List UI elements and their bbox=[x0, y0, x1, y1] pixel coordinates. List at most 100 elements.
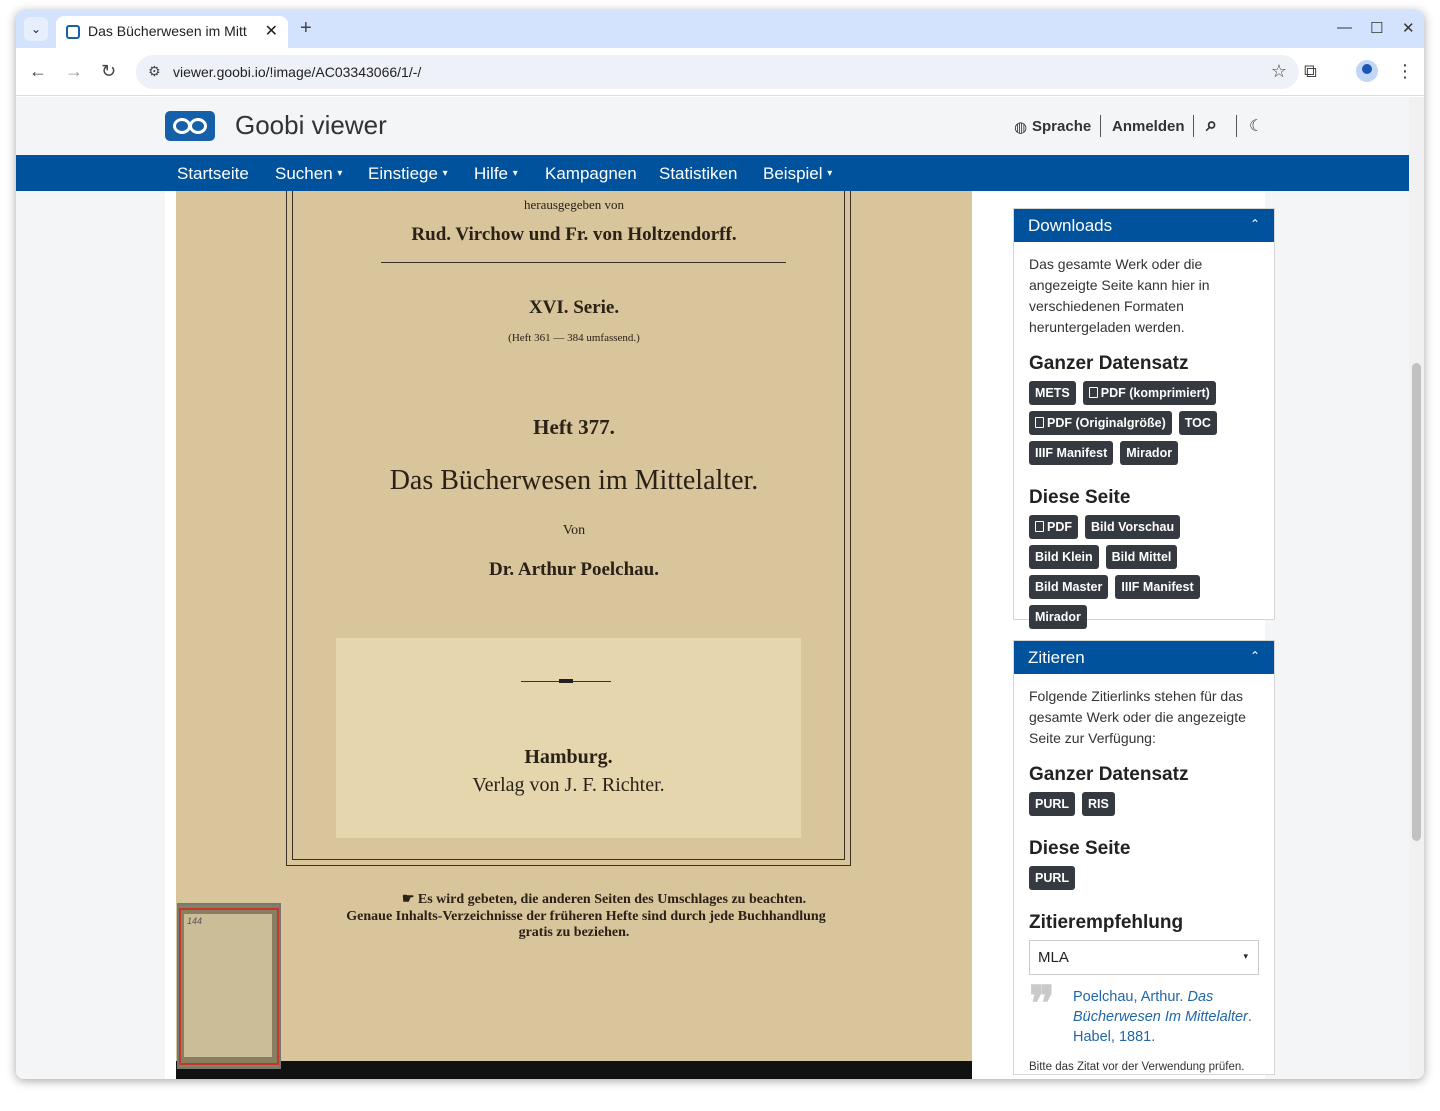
tab-strip: ⌄ Das Bücherwesen im Mitt ✕ + — ☐ ✕ bbox=[16, 10, 1424, 48]
nav-statistiken[interactable]: Statistiken bbox=[659, 164, 737, 184]
nav-suchen[interactable]: Suchen ▾ bbox=[275, 164, 342, 184]
page-iiif-manifest-button[interactable]: IIIF Manifest bbox=[1115, 575, 1200, 599]
page-text-author: Dr. Arthur Poelchau. bbox=[489, 559, 659, 580]
viewer-bottom-edge bbox=[176, 1061, 972, 1079]
pdf-file-icon bbox=[1035, 521, 1044, 532]
language-menu[interactable]: Sprache bbox=[1032, 118, 1091, 135]
citation-text[interactable]: ❞ Poelchau, Arthur. Das Bücherwesen Im M… bbox=[1029, 981, 1259, 1047]
downloads-body: Das gesamte Werk oder die angezeigte Sei… bbox=[1014, 242, 1274, 647]
citation-style-value: MLA bbox=[1038, 949, 1069, 966]
logo-ring-right bbox=[189, 118, 207, 134]
browser-tab[interactable]: Das Bücherwesen im Mitt ✕ bbox=[56, 16, 288, 48]
nav-label: Startseite bbox=[177, 164, 249, 183]
chevron-down-icon: ▾ bbox=[1243, 951, 1248, 961]
page-text-city: Hamburg. bbox=[524, 746, 613, 768]
nav-kampagnen[interactable]: Kampagnen bbox=[545, 164, 637, 184]
browser-menu-icon[interactable]: ⋮ bbox=[1396, 61, 1414, 82]
nav-label: Beispiel bbox=[763, 164, 823, 183]
page-text-note-2: Genaue Inhalts-Verzeichnisse der frühere… bbox=[346, 909, 826, 924]
forward-icon[interactable]: → bbox=[65, 61, 83, 82]
cite-header[interactable]: Zitieren ⌃ bbox=[1014, 641, 1274, 674]
download-pdf-original-button[interactable]: PDF (Originalgröße) bbox=[1029, 411, 1172, 435]
header-divider bbox=[1236, 115, 1237, 137]
login-link[interactable]: Anmelden bbox=[1112, 118, 1185, 135]
page-text-series: XVI. Serie. bbox=[528, 297, 620, 318]
cite-body: Folgende Zitierlinks stehen für das gesa… bbox=[1014, 674, 1274, 1079]
label-ornament bbox=[521, 679, 611, 683]
nav-label: Kampagnen bbox=[545, 164, 637, 183]
scrollbar-thumb[interactable] bbox=[1412, 363, 1421, 841]
bookmark-star-icon[interactable]: ☆ bbox=[1271, 61, 1287, 82]
address-bar[interactable]: ⚙ viewer.goobi.io/!image/AC03343066/1/-/… bbox=[136, 55, 1299, 89]
page-text-editors: Rud. Virchow und Fr. von Holtzendorff. bbox=[411, 224, 737, 245]
tab-close-icon[interactable]: ✕ bbox=[265, 21, 278, 41]
profile-avatar[interactable] bbox=[1356, 60, 1378, 82]
page-text-note-1: ☛ Es wird gebeten, die anderen Seiten de… bbox=[401, 892, 807, 907]
download-toc-button[interactable]: TOC bbox=[1178, 411, 1217, 435]
site-settings-icon[interactable]: ⚙ bbox=[148, 63, 161, 80]
browser-toolbar: ← → ↻ ⚙ viewer.goobi.io/!image/AC0334306… bbox=[16, 48, 1424, 96]
downloads-whole-buttons: METS PDF (komprimiert) PDF (Originalgröß… bbox=[1029, 381, 1259, 471]
download-iiif-manifest-button[interactable]: IIIF Manifest bbox=[1029, 441, 1114, 465]
downloads-page-buttons: PDF Bild Vorschau Bild Klein Bild Mittel… bbox=[1029, 515, 1259, 635]
cite-description: Folgende Zitierlinks stehen für das gesa… bbox=[1029, 688, 1246, 746]
url-text[interactable]: viewer.goobi.io/!image/AC03343066/1/-/ bbox=[173, 64, 421, 80]
dark-mode-icon[interactable]: ☾ bbox=[1249, 116, 1263, 136]
page-text-title: Das Bücherwesen im Mittelalter. bbox=[389, 465, 759, 496]
image-preview-button[interactable]: Bild Vorschau bbox=[1085, 515, 1181, 539]
download-pdf-compressed-button[interactable]: PDF (komprimiert) bbox=[1082, 381, 1216, 405]
pdf-file-icon bbox=[1035, 417, 1044, 428]
browser-window: ⌄ Das Bücherwesen im Mitt ✕ + — ☐ ✕ ← → … bbox=[16, 10, 1424, 1079]
image-master-button[interactable]: Bild Master bbox=[1029, 575, 1109, 599]
citation-style-select[interactable]: MLA ▾ bbox=[1029, 940, 1259, 975]
downloads-panel: Downloads ⌃ Das gesamte Werk oder die an… bbox=[1013, 208, 1275, 629]
download-mirador-button[interactable]: Mirador bbox=[1120, 441, 1179, 465]
search-icon[interactable]: ⌕ bbox=[1206, 114, 1217, 137]
tab-search-button[interactable]: ⌄ bbox=[24, 17, 48, 41]
button-label: PDF (Originalgröße) bbox=[1047, 416, 1166, 430]
whole-purl-button[interactable]: PURL bbox=[1029, 792, 1076, 816]
nav-einstiege[interactable]: Einstiege ▾ bbox=[368, 164, 448, 184]
page-text-issue: Heft 377. bbox=[533, 415, 615, 439]
favicon-icon bbox=[66, 25, 80, 39]
chevron-up-icon[interactable]: ⌃ bbox=[1250, 217, 1260, 231]
extensions-icon[interactable]: ⧉ bbox=[1304, 61, 1317, 82]
minimize-button[interactable]: — bbox=[1337, 19, 1352, 36]
downloads-header[interactable]: Downloads ⌃ bbox=[1014, 209, 1274, 242]
downloads-whole-heading: Ganzer Datensatz bbox=[1029, 353, 1189, 374]
nav-label: Statistiken bbox=[659, 164, 738, 183]
image-viewer[interactable]: herausgegeben von Rud. Virchow und Fr. v… bbox=[176, 191, 972, 1079]
image-small-button[interactable]: Bild Klein bbox=[1029, 545, 1099, 569]
cite-page-buttons: PURL bbox=[1029, 866, 1259, 896]
navigator-minimap[interactable]: 144 bbox=[177, 903, 281, 1069]
page-purl-button[interactable]: PURL bbox=[1029, 866, 1076, 890]
page-mirador-button[interactable]: Mirador bbox=[1029, 605, 1087, 629]
maximize-button[interactable]: ☐ bbox=[1370, 19, 1383, 37]
download-mets-button[interactable]: METS bbox=[1029, 381, 1076, 405]
cite-whole-heading: Ganzer Datensatz bbox=[1029, 764, 1189, 785]
back-icon[interactable]: ← bbox=[29, 61, 47, 82]
chevron-up-icon[interactable]: ⌃ bbox=[1250, 649, 1260, 663]
downloads-title: Downloads bbox=[1028, 216, 1113, 235]
chevron-down-icon: ▾ bbox=[512, 168, 518, 179]
whole-ris-button[interactable]: RIS bbox=[1082, 792, 1115, 816]
close-window-button[interactable]: ✕ bbox=[1402, 19, 1415, 37]
nav-hilfe[interactable]: Hilfe ▾ bbox=[474, 164, 518, 184]
nav-beispiel[interactable]: Beispiel ▾ bbox=[763, 164, 832, 184]
page-text-series-sub: (Heft 361 — 384 umfassend.) bbox=[508, 332, 640, 344]
minimap-viewport[interactable] bbox=[179, 908, 279, 1065]
new-tab-button[interactable]: + bbox=[300, 17, 312, 40]
scanned-page: herausgegeben von Rud. Virchow und Fr. v… bbox=[176, 191, 972, 1061]
goobi-logo[interactable] bbox=[165, 111, 215, 141]
nav-startseite[interactable]: Startseite bbox=[177, 164, 249, 184]
nav-label: Hilfe bbox=[474, 164, 509, 183]
reload-icon[interactable]: ↻ bbox=[101, 61, 116, 82]
page-text-by: Von bbox=[562, 523, 586, 538]
citation-note: Bitte das Zitat vor der Verwendung prüfe… bbox=[1029, 1061, 1245, 1073]
brand-name[interactable]: Goobi viewer bbox=[235, 110, 387, 141]
page-scrollbar[interactable] bbox=[1409, 97, 1424, 1079]
chevron-down-icon: ▾ bbox=[337, 168, 343, 179]
page-pdf-button[interactable]: PDF bbox=[1029, 515, 1078, 539]
image-medium-button[interactable]: Bild Mittel bbox=[1105, 545, 1178, 569]
page-text-publisher: Verlag von J. F. Richter. bbox=[472, 774, 665, 796]
